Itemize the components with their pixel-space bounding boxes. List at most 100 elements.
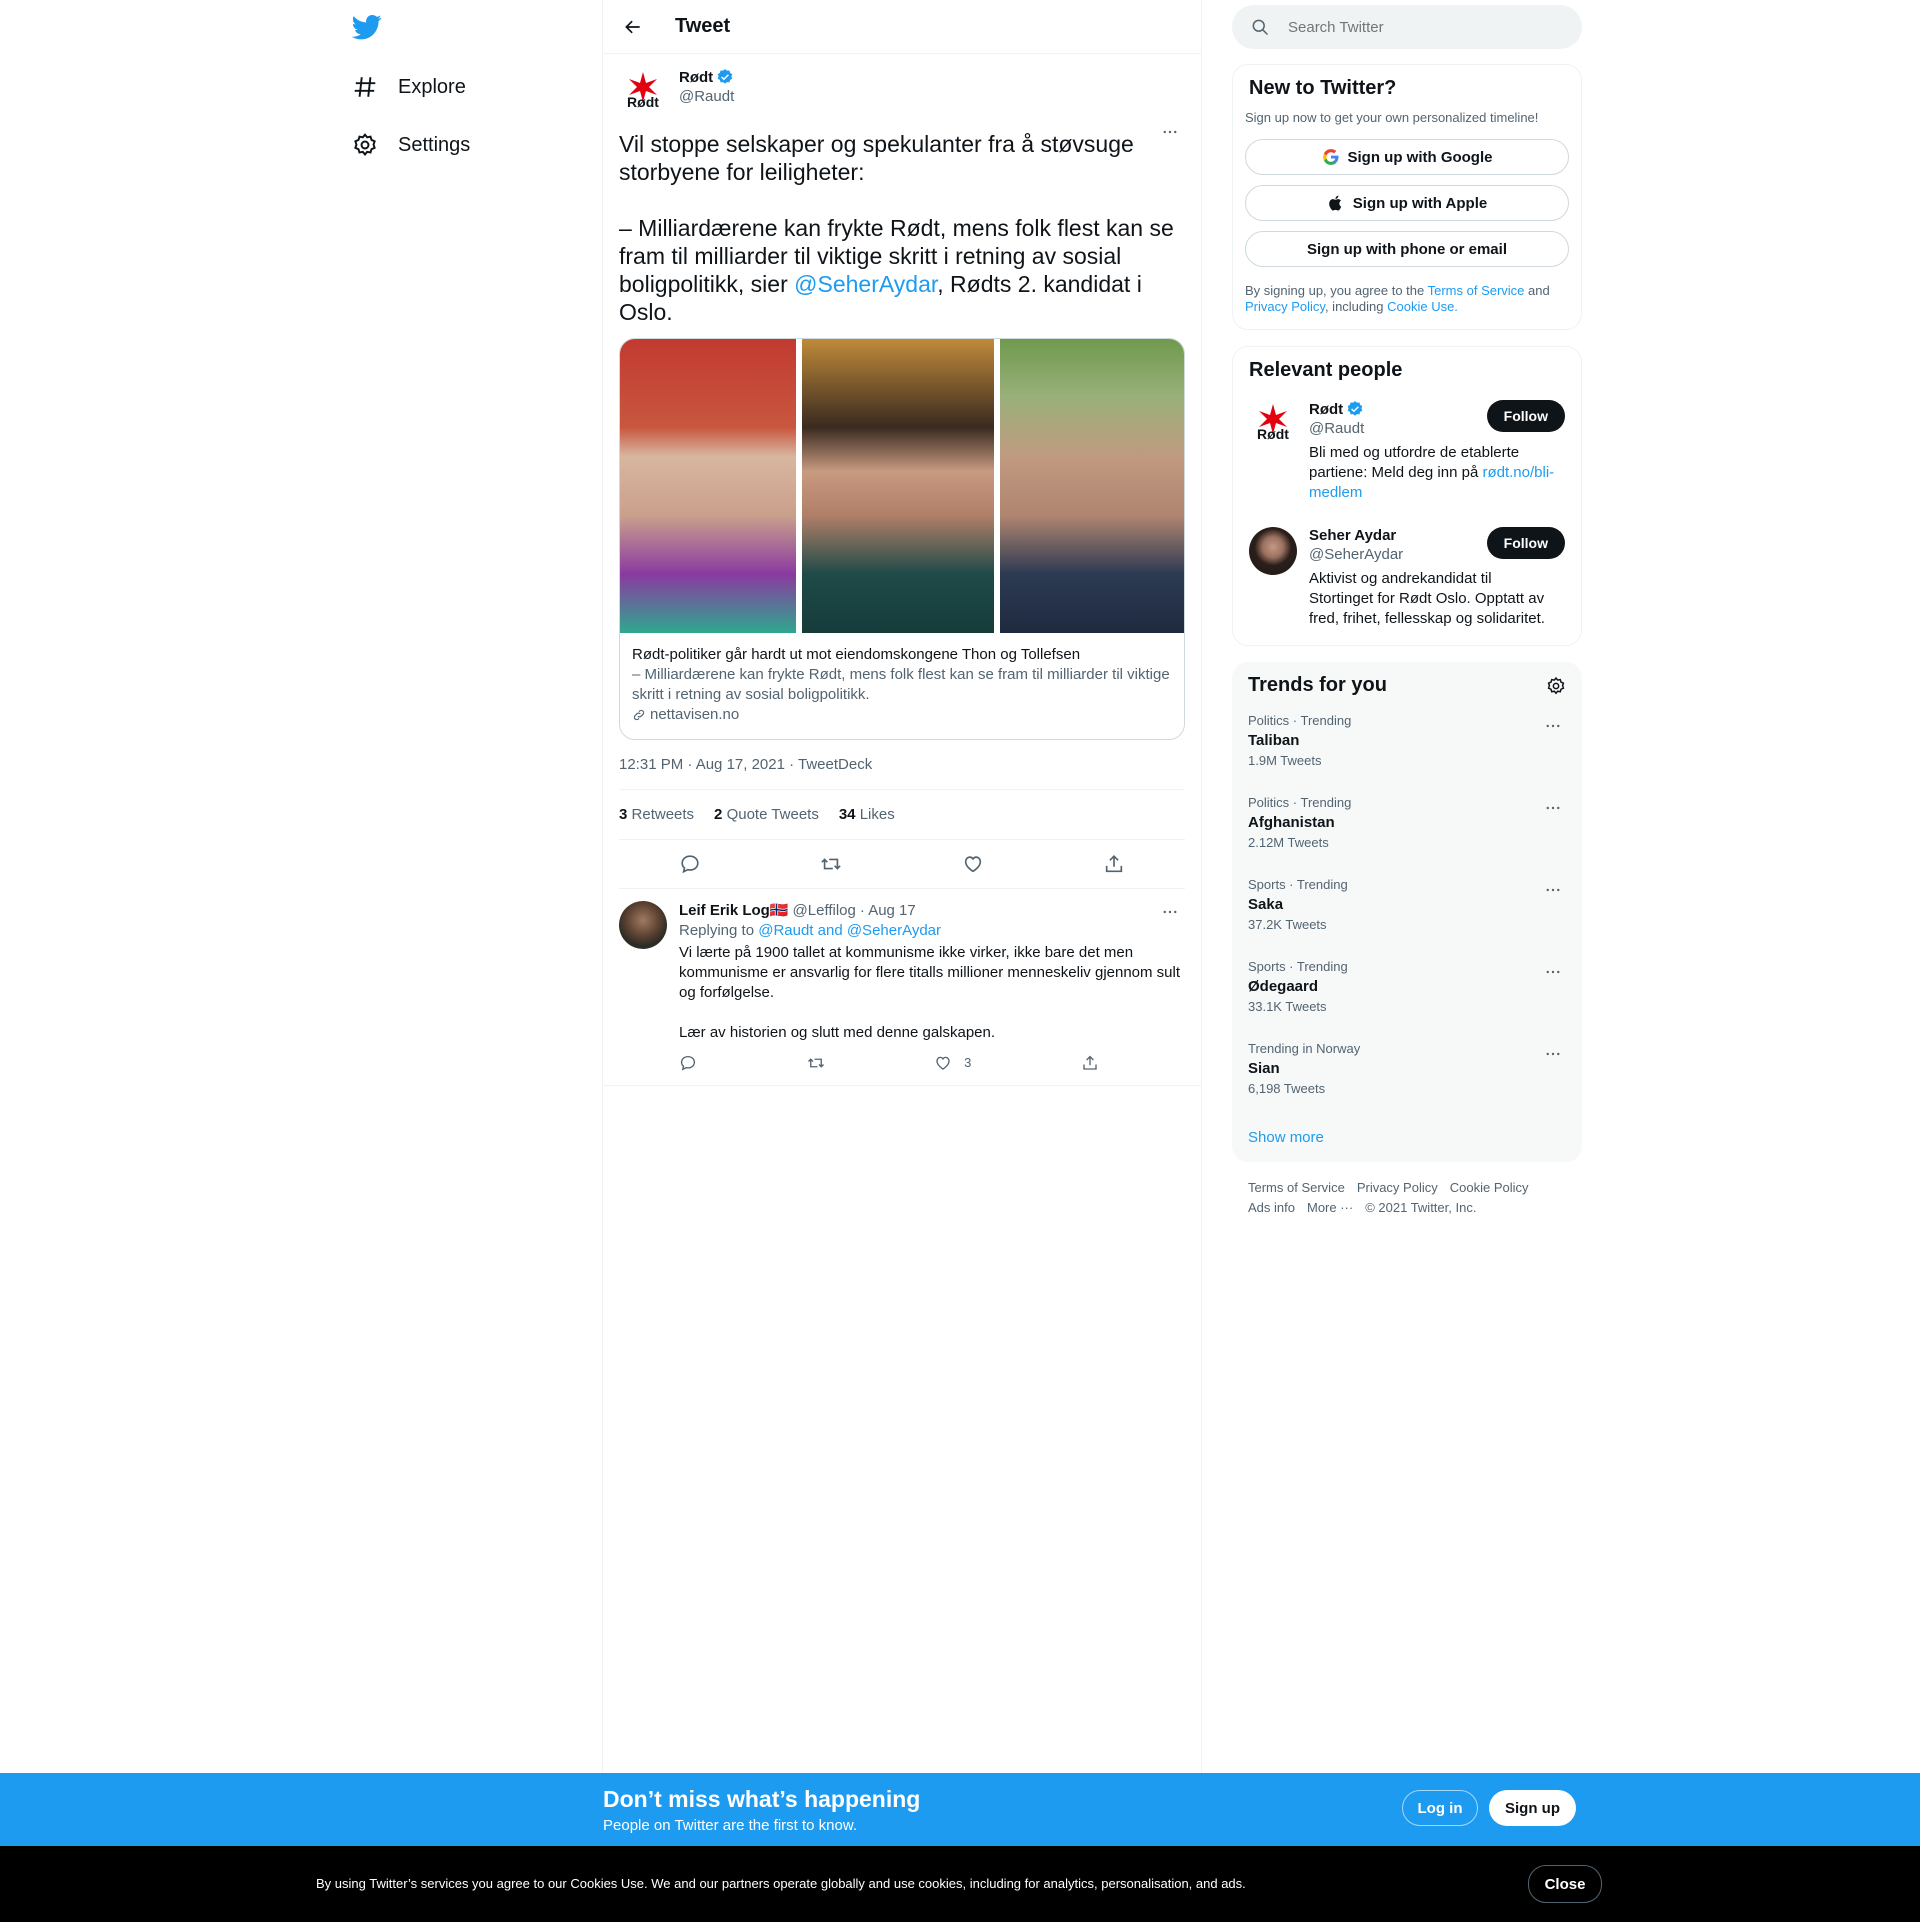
reply-reply-icon[interactable] (679, 1053, 697, 1073)
cookie-close-button[interactable]: Close (1528, 1865, 1602, 1903)
reply-actions: 3 (679, 1053, 1099, 1073)
show-more-link[interactable]: Show more (1232, 1113, 1582, 1162)
replying-to-label: Replying to (679, 922, 755, 939)
rodt-avatar[interactable]: Rødt (619, 68, 667, 116)
legal-privacy-link[interactable]: Privacy Policy (1245, 299, 1325, 314)
tweet-timestamp[interactable]: 12:31 PM · Aug 17, 2021 · TweetDeck (619, 740, 1185, 790)
reply-icon[interactable] (672, 846, 708, 882)
rodt-avatar-small[interactable]: Rødt (1249, 400, 1297, 448)
legal-cookie-link[interactable]: Cookie Use. (1387, 299, 1458, 314)
reply-retweet-icon[interactable] (807, 1053, 825, 1073)
nav-item-settings[interactable]: Settings (352, 125, 470, 165)
trend-meta: Sports · Trending (1248, 959, 1348, 974)
footer-more-link[interactable]: More ··· (1307, 1200, 1353, 1215)
footer-cookie-link[interactable]: Cookie Policy (1450, 1180, 1529, 1195)
hashtag-icon (352, 74, 378, 100)
author-handle[interactable]: @Raudt (679, 88, 734, 105)
reply-like-heart-icon (936, 1056, 950, 1070)
signup-apple-label: Sign up with Apple (1352, 194, 1488, 212)
sidebar-footer: Terms of Service Privacy Policy Cookie Pol… (1232, 1162, 1582, 1234)
reply-author-handle[interactable]: @Leffilog (793, 901, 856, 921)
signup-button[interactable]: Sign up (1489, 1790, 1576, 1826)
trend-name: Afghanistan (1248, 814, 1335, 831)
back-arrow-icon[interactable] (615, 9, 651, 45)
signup-google-button[interactable]: Sign up with Google (1245, 139, 1569, 175)
signup-apple-button[interactable]: Sign up with Apple (1245, 185, 1569, 221)
likes-label: Likes (859, 806, 895, 823)
mention-link[interactable]: @SeherAydar (794, 271, 937, 297)
link-icon (633, 709, 645, 721)
trend-item[interactable]: Trending in Norway Sian 6,198 Tweets (1232, 1031, 1582, 1113)
footer-tos-link[interactable]: Terms of Service (1248, 1180, 1345, 1195)
replying-to-mentions[interactable]: @Raudt and @SeherAydar (758, 922, 941, 939)
search-bar[interactable] (1232, 5, 1582, 49)
trend-item[interactable]: Politics · Trending Taliban 1.9M Tweets (1232, 703, 1582, 785)
search-icon (1252, 19, 1269, 36)
retweets-count: 3 (619, 806, 628, 823)
retweets-label: Retweets (631, 806, 695, 823)
banner-title: Don’t miss what’s happening (603, 1786, 921, 1812)
author-name-text: Rødt (679, 68, 714, 86)
login-button[interactable]: Log in (1402, 1790, 1478, 1826)
nav-item-explore[interactable]: Explore (352, 67, 466, 107)
trend-more-icon[interactable] (1538, 957, 1568, 987)
reply-avatar[interactable] (619, 901, 667, 949)
trend-more-icon[interactable] (1538, 793, 1568, 823)
footer-privacy-link[interactable]: Privacy Policy (1357, 1180, 1438, 1195)
likes-stat[interactable]: 34 Likes (839, 806, 895, 823)
reply-header: Leif Erik Log 🇳🇴 @Leffilog · Aug 17 (679, 901, 1185, 921)
retweet-icon[interactable] (813, 846, 849, 882)
legal-tos-link[interactable]: Terms of Service (1428, 283, 1525, 298)
tweet-actions (619, 840, 1185, 889)
author-name[interactable]: Rødt (679, 68, 734, 86)
google-logo-icon (1322, 149, 1338, 165)
trend-more-icon[interactable] (1538, 711, 1568, 741)
trend-name: Taliban (1248, 732, 1300, 749)
cookie-text: By using Twitter’s services you agree to… (316, 1876, 1246, 1891)
reply-date[interactable]: · Aug 17 (860, 901, 916, 921)
main-column: Tweet Rødt Rødt @Raudt Vil stoppe selska… (602, 0, 1202, 1922)
trend-item[interactable]: Sports · Trending Saka 37.2K Tweets (1232, 867, 1582, 949)
tweet-text: Vil stoppe selskaper og spekulanter fra … (619, 130, 1185, 326)
trend-meta: Politics · Trending (1248, 795, 1352, 810)
search-input[interactable] (1286, 17, 1550, 37)
reply-more-options-icon[interactable] (1155, 897, 1185, 927)
footer-ads-link[interactable]: Ads info (1248, 1200, 1295, 1215)
like-heart-icon[interactable] (955, 846, 991, 882)
seher-aydar-avatar[interactable] (1249, 527, 1297, 575)
follow-button-rodt[interactable]: Follow (1486, 400, 1565, 432)
signup-phone-email-button[interactable]: Sign up with phone or email (1245, 231, 1569, 267)
person-rodt[interactable]: Rødt Rødt @Raudt Bli med og utfordre de … (1233, 388, 1581, 515)
more-options-icon[interactable] (1155, 117, 1185, 147)
signup-google-label: Sign up with Google (1347, 148, 1493, 166)
trend-item[interactable]: Politics · Trending Afghanistan 2.12M Tw… (1232, 785, 1582, 867)
quotes-label: Quote Tweets (726, 806, 819, 823)
person-seher-aydar[interactable]: Seher Aydar @SeherAydar Aktivist og andr… (1233, 515, 1581, 645)
trend-item[interactable]: Sports · Trending Ødegaard 33.1K Tweets (1232, 949, 1582, 1031)
quote-tweets-stat[interactable]: 2 Quote Tweets (714, 806, 819, 823)
person-name-rodt: Rødt (1309, 400, 1344, 418)
follow-button-seher[interactable]: Follow (1486, 527, 1565, 559)
tweet-author-row: Rødt Rødt @Raudt (619, 54, 1185, 116)
trends-header: Trends for you (1232, 662, 1582, 703)
reply-author-name[interactable]: Leif Erik Log (679, 901, 770, 921)
card-photo-middle (802, 339, 994, 633)
reply-share-icon[interactable] (1081, 1053, 1099, 1073)
retweets-stat[interactable]: 3 Retweets (619, 806, 694, 823)
card-description: – Milliardærene kan frykte Rødt, mens fo… (632, 666, 1170, 703)
trend-more-icon[interactable] (1538, 875, 1568, 905)
twitter-bird-icon[interactable] (351, 12, 382, 42)
legal-text-2: and (1524, 283, 1550, 298)
reply-tweet[interactable]: Leif Erik Log 🇳🇴 @Leffilog · Aug 17 Reply… (603, 889, 1201, 1086)
share-icon[interactable] (1096, 846, 1132, 882)
trends-settings-gear-icon[interactable] (1546, 676, 1566, 696)
cookie-consent-bar: By using Twitter’s services you agree to… (0, 1846, 1920, 1922)
nav-label-explore: Explore (398, 75, 466, 98)
verified-badge-icon (1347, 401, 1363, 416)
trend-more-icon[interactable] (1538, 1039, 1568, 1069)
card-photo-right (1000, 339, 1184, 633)
main-tweet: Rødt Rødt @Raudt Vil stoppe selskaper og… (603, 54, 1201, 889)
link-card[interactable]: Rødt-politiker går hardt ut mot eiendoms… (619, 338, 1185, 740)
reply-like-button[interactable]: 3 (934, 1053, 971, 1073)
trend-name: Sian (1248, 1060, 1280, 1077)
